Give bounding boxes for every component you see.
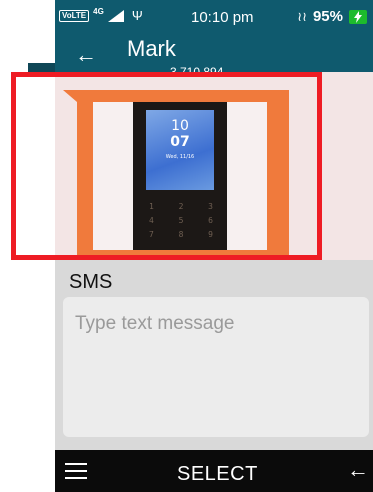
bubble-tail bbox=[63, 90, 77, 102]
keypad-row: 4 5 6 bbox=[149, 216, 213, 225]
keypad-key: 7 bbox=[149, 230, 154, 239]
photo-screen-date: Wed, 11/16 bbox=[165, 154, 195, 160]
photo-screen-minute: 07 bbox=[170, 134, 190, 150]
menu-icon-line bbox=[65, 477, 87, 479]
vibrate-icon: ≀≀ bbox=[297, 8, 307, 24]
outer-margin bbox=[0, 0, 55, 10]
message-input[interactable] bbox=[63, 297, 369, 437]
contact-number: 3 710 894 bbox=[170, 65, 224, 72]
contact-name: Mark bbox=[127, 36, 176, 61]
status-clock: 10:10 pm bbox=[191, 9, 254, 26]
keypad-key: 6 bbox=[208, 216, 213, 225]
status-bar: VoLTE 4G Ψ 10:10 pm ≀≀ 95% bbox=[55, 0, 373, 30]
keypad-key: 1 bbox=[149, 202, 154, 211]
status-right-group: ≀≀ 95% bbox=[297, 8, 367, 25]
usb-icon: Ψ bbox=[131, 8, 143, 23]
status-left-group: VoLTE 4G Ψ bbox=[59, 7, 143, 23]
outer-header-edge bbox=[28, 63, 55, 73]
volte-badge: VoLTE bbox=[59, 9, 90, 22]
softkey-bar: SELECT ← bbox=[55, 450, 373, 492]
keypad-key: 4 bbox=[149, 216, 154, 225]
menu-icon-line bbox=[65, 463, 87, 465]
back-arrow-icon[interactable]: ← bbox=[75, 44, 97, 66]
conversation-header: VoLTE 4G Ψ 10:10 pm ≀≀ 95% ← Mark 3 710 … bbox=[55, 0, 373, 72]
keypad-key: 3 bbox=[208, 202, 213, 211]
sms-label: SMS bbox=[69, 271, 113, 293]
keypad-key: 8 bbox=[178, 230, 184, 239]
keypad-row: 7 8 9 bbox=[149, 230, 213, 239]
message-thread: 10 07 Wed, 11/16 1 2 3 4 5 6 7 8 9 bbox=[55, 72, 373, 260]
keypad-key: 5 bbox=[178, 216, 184, 225]
battery-charging-icon bbox=[349, 9, 367, 24]
keypad-row: 1 2 3 bbox=[149, 202, 213, 211]
photo-screen-hour: 10 bbox=[171, 118, 189, 134]
back-softkey-icon[interactable]: ← bbox=[347, 459, 369, 481]
keypad-key: 9 bbox=[208, 230, 213, 239]
keypad-key: 2 bbox=[178, 202, 184, 211]
app-stage: VoLTE 4G Ψ 10:10 pm ≀≀ 95% ← Mark 3 710 … bbox=[0, 0, 373, 492]
photo-phone-screen: 10 07 Wed, 11/16 bbox=[146, 110, 214, 190]
photo-keypad: 1 2 3 4 5 6 7 8 9 bbox=[149, 202, 213, 244]
network-type: 4G bbox=[93, 7, 104, 16]
menu-icon[interactable] bbox=[65, 463, 87, 479]
select-softkey[interactable]: SELECT bbox=[177, 463, 258, 486]
attached-photo[interactable]: 10 07 Wed, 11/16 1 2 3 4 5 6 7 8 9 bbox=[93, 102, 267, 250]
battery-percent: 95% bbox=[312, 8, 343, 25]
signal-icon bbox=[107, 9, 124, 22]
menu-icon-line bbox=[65, 470, 87, 472]
